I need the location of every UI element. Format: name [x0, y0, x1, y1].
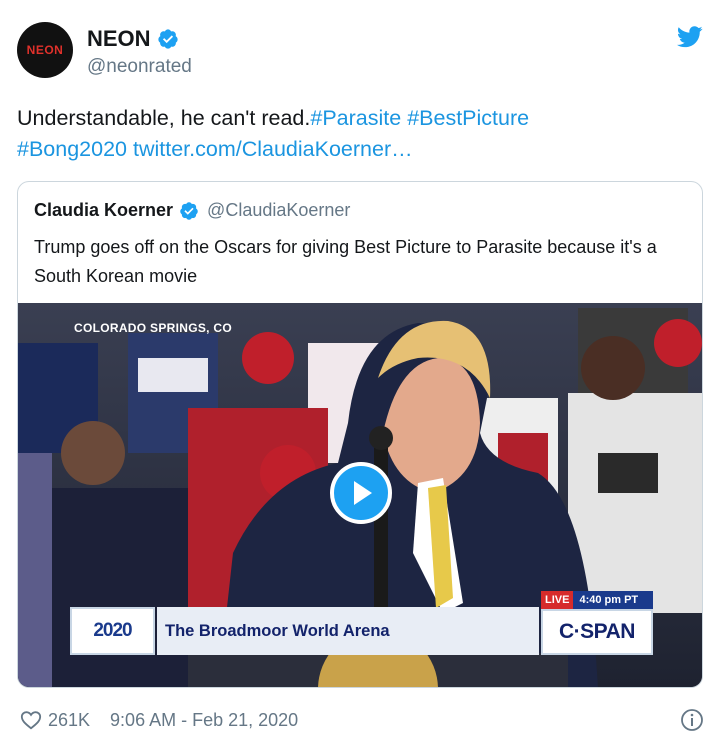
- tweet-text: Understandable, he can't read.#Parasite …: [17, 103, 707, 165]
- video-location-caption: COLORADO SPRINGS, CO: [74, 321, 233, 335]
- quoted-author-name[interactable]: Claudia Koerner: [34, 200, 173, 221]
- video-player[interactable]: COLORADO SPRINGS, CO 2020 The Broadmoor …: [18, 303, 702, 687]
- venue-text: The Broadmoor World Arena: [165, 621, 390, 640]
- tweet-timestamp[interactable]: 9:06 AM - Feb 21, 2020: [110, 710, 298, 731]
- tweet-footer: 261K 9:06 AM - Feb 21, 2020: [20, 706, 704, 734]
- live-indicator: LIVE 4:40 pm PT: [541, 591, 653, 609]
- tweet-header: NEON NEON @neonrated: [17, 20, 711, 80]
- 2020-logo-text: 2020: [93, 620, 132, 641]
- quoted-tweet-link[interactable]: twitter.com/ClaudiaKoerner…: [133, 137, 413, 161]
- hashtag-bong2020[interactable]: #Bong2020: [17, 137, 127, 161]
- broadcast-lower-third: 2020 The Broadmoor World Arena LIVE 4:40…: [70, 591, 653, 655]
- author-info: NEON @neonrated: [87, 26, 192, 78]
- avatar[interactable]: NEON: [17, 22, 73, 78]
- network-logo-text: C·SPAN: [559, 620, 635, 643]
- live-time: 4:40 pm PT: [579, 594, 639, 606]
- like-count[interactable]: 261K: [48, 710, 90, 731]
- quoted-tweet-card[interactable]: Claudia Koerner @ClaudiaKoerner Trump go…: [17, 181, 703, 688]
- info-icon[interactable]: [680, 708, 704, 732]
- tweet-body: Understandable, he can't read.: [17, 106, 311, 130]
- twitter-bird-icon[interactable]: [677, 26, 703, 48]
- verified-badge-icon: [180, 201, 198, 220]
- hashtag-parasite[interactable]: #Parasite: [310, 106, 401, 130]
- venue-banner: The Broadmoor World Arena: [157, 607, 539, 655]
- quoted-tweet-header: Claudia Koerner @ClaudiaKoerner: [34, 200, 350, 221]
- avatar-logo-text: NEON: [26, 43, 64, 57]
- heart-icon[interactable]: [20, 709, 42, 731]
- 2020-logo: 2020: [70, 607, 155, 655]
- play-button[interactable]: [330, 462, 392, 524]
- play-icon: [354, 481, 372, 505]
- quoted-tweet-text: Trump goes off on the Oscars for giving …: [34, 237, 657, 286]
- author-handle[interactable]: @neonrated: [87, 56, 192, 78]
- network-logo: C·SPAN: [541, 609, 653, 655]
- hashtag-bestpicture[interactable]: #BestPicture: [407, 106, 529, 130]
- author-display-name[interactable]: NEON: [87, 26, 151, 52]
- live-label: LIVE: [541, 591, 574, 609]
- verified-badge-icon: [157, 29, 178, 49]
- quoted-author-handle[interactable]: @ClaudiaKoerner: [207, 200, 350, 221]
